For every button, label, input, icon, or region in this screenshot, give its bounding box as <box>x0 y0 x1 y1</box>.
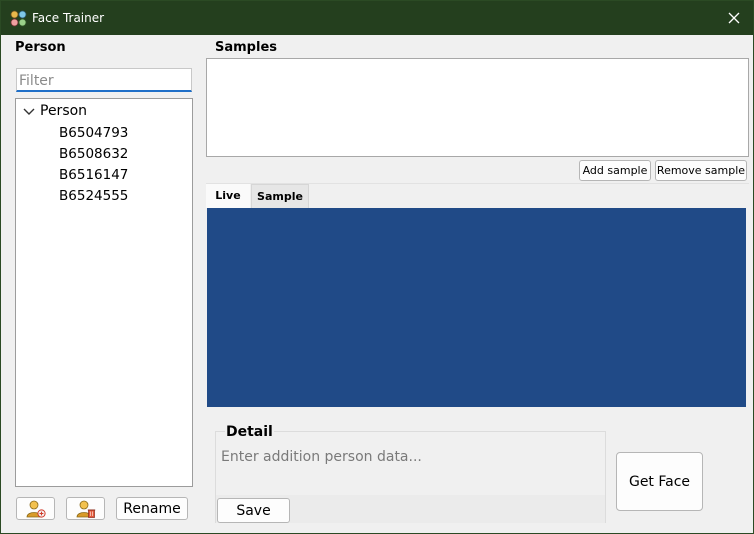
add-person-button[interactable] <box>16 497 55 520</box>
close-icon[interactable] <box>723 7 745 29</box>
tree-item[interactable]: B6508632 <box>59 144 128 165</box>
tree-items: B6504793 B6508632 B6516147 B6524555 <box>59 123 128 207</box>
face-trainer-window: Face Trainer Person Person B6504793 B650… <box>0 0 754 534</box>
window-title: Face Trainer <box>32 11 105 25</box>
app-icon <box>10 10 27 27</box>
tab-live[interactable]: Live <box>206 184 250 208</box>
tree-item[interactable]: B6504793 <box>59 123 128 144</box>
samples-panel-label: Samples <box>215 40 277 55</box>
tree-item[interactable]: B6516147 <box>59 165 128 186</box>
tab-sample[interactable]: Sample <box>251 184 309 208</box>
title-bar[interactable]: Face Trainer <box>1 1 753 35</box>
delete-person-icon <box>76 500 95 518</box>
get-face-button[interactable]: Get Face <box>616 452 703 511</box>
tree-root-label: Person <box>40 103 88 119</box>
chevron-down-icon[interactable] <box>22 102 36 122</box>
person-panel-label: Person <box>15 40 66 55</box>
remove-sample-button[interactable]: Remove sample <box>655 160 747 181</box>
detail-input[interactable] <box>216 441 605 495</box>
filter-input[interactable] <box>16 68 192 92</box>
detail-label: Detail <box>225 424 274 440</box>
save-button[interactable]: Save <box>217 498 290 523</box>
delete-person-button[interactable] <box>66 497 105 520</box>
samples-list[interactable] <box>206 58 749 157</box>
add-sample-button[interactable]: Add sample <box>579 160 651 181</box>
live-camera-view <box>207 208 746 407</box>
tree-item[interactable]: B6524555 <box>59 186 128 207</box>
person-tree[interactable]: Person B6504793 B6508632 B6516147 B65245… <box>15 98 193 487</box>
add-person-icon <box>26 500 46 518</box>
rename-button[interactable]: Rename <box>116 497 188 520</box>
